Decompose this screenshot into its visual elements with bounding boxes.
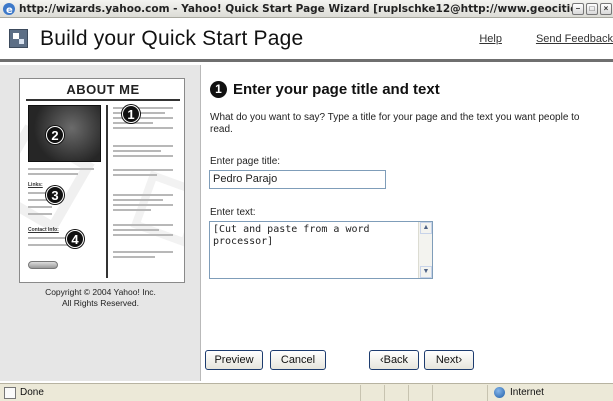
- next-button[interactable]: Next›: [424, 350, 474, 370]
- cancel-button[interactable]: Cancel: [270, 350, 326, 370]
- scroll-up-arrow-icon[interactable]: ▲: [420, 222, 432, 234]
- status-bar: Done Internet: [0, 383, 613, 401]
- wizard-header: Build your Quick Start Page Help Send Fe…: [0, 18, 613, 62]
- preview-online-badge: [28, 261, 58, 269]
- copyright-line-1: Copyright © 2004 Yahoo! Inc.: [45, 287, 156, 297]
- preview-button[interactable]: Preview: [205, 350, 263, 370]
- preview-section-badge-2: 2: [46, 126, 64, 144]
- window-title: http://wizards.yahoo.com - Yahoo! Quick …: [19, 2, 572, 15]
- step-title: Enter your page title and text: [233, 81, 440, 98]
- preview-text-block: [113, 251, 173, 258]
- page-title-label: Enter page title:: [210, 156, 281, 167]
- step-heading: 1 Enter your page title and text: [210, 81, 440, 98]
- text-scrollbar[interactable]: ▲ ▼: [418, 222, 432, 278]
- preview-panel: ABOUT ME Links: Contact Info: 1 2 3 4 Co…: [0, 65, 201, 381]
- preview-divider: [106, 105, 108, 278]
- globe-icon: [494, 387, 505, 398]
- page-title-input[interactable]: Pedro Parajo: [209, 170, 386, 189]
- step-description: What do you want to say? Type a title fo…: [210, 112, 580, 135]
- preview-text-block: [113, 169, 173, 176]
- preview-section-badge-1: 1: [122, 105, 140, 123]
- preview-contact-lines: [28, 237, 68, 246]
- scroll-down-arrow-icon[interactable]: ▼: [420, 266, 432, 278]
- copyright-notice: Copyright © 2004 Yahoo! Inc. All Rights …: [0, 287, 201, 309]
- status-cells: [360, 384, 456, 401]
- help-link[interactable]: Help: [479, 33, 502, 45]
- page-text-value: [Cut and paste from a word processor]: [213, 224, 376, 247]
- preview-text-block: [113, 145, 173, 157]
- page-text-input[interactable]: [Cut and paste from a word processor] ▲ …: [209, 221, 433, 279]
- preview-caption: [28, 168, 94, 175]
- preview-heading: ABOUT ME: [66, 82, 140, 97]
- window-titlebar: e http://wizards.yahoo.com - Yahoo! Quic…: [0, 0, 613, 18]
- preview-text-block: [113, 224, 173, 236]
- preview-photo: [28, 105, 101, 162]
- preview-rule: [26, 99, 180, 101]
- send-feedback-link[interactable]: Send Feedback: [536, 33, 613, 45]
- page-icon: [4, 386, 16, 399]
- window-controls: – □ ×: [572, 2, 613, 15]
- minimize-button[interactable]: –: [572, 2, 584, 15]
- status-text: Done: [20, 387, 44, 398]
- page-title: Build your Quick Start Page: [40, 26, 304, 50]
- svg-text:e: e: [6, 5, 13, 16]
- preview-section-badge-4: 4: [66, 230, 84, 248]
- step-number-badge: 1: [210, 81, 227, 98]
- copyright-line-2: All Rights Reserved.: [61, 298, 139, 308]
- internet-explorer-icon: e: [3, 2, 15, 16]
- security-zone-label: Internet: [510, 387, 544, 398]
- preview-text-block: [113, 194, 173, 211]
- preview-links-heading: Links:: [28, 182, 43, 188]
- back-button[interactable]: ‹Back: [369, 350, 419, 370]
- page-text-label: Enter text:: [210, 207, 256, 218]
- preview-section-badge-3: 3: [46, 186, 64, 204]
- close-button[interactable]: ×: [600, 2, 612, 15]
- security-zone: Internet: [487, 384, 613, 401]
- maximize-button[interactable]: □: [586, 2, 598, 15]
- page-preview-thumbnail: ABOUT ME Links: Contact Info: 1 2 3 4: [19, 78, 185, 283]
- wizard-step-content: 1 Enter your page title and text What do…: [202, 65, 613, 381]
- app-icon: [9, 29, 28, 48]
- preview-contact-heading: Contact Info:: [28, 227, 59, 233]
